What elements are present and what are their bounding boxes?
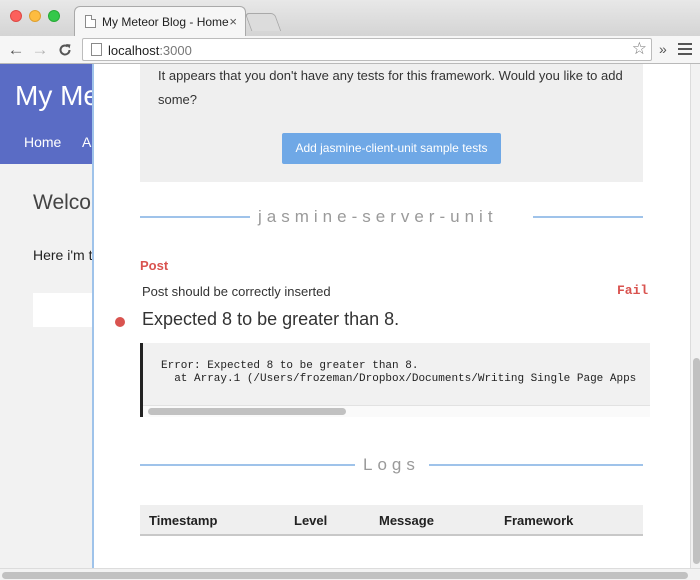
- page-icon: [85, 15, 96, 28]
- divider-line: [429, 464, 643, 466]
- minimize-window-icon[interactable]: [29, 10, 41, 22]
- column-header-timestamp[interactable]: Timestamp: [149, 513, 217, 528]
- logs-section-label: Logs: [363, 455, 420, 474]
- add-sample-tests-button[interactable]: Add jasmine-client-unit sample tests: [282, 133, 501, 164]
- tab-title: My Meteor Blog - Home: [102, 14, 229, 29]
- status-badge: Fail: [617, 283, 649, 298]
- column-header-level[interactable]: Level: [294, 513, 327, 528]
- stack-trace-line: at Array.1 (/Users/frozeman/Dropbox/Docu…: [161, 373, 637, 385]
- logs-section-header: Logs: [140, 455, 643, 475]
- divider-line: [533, 216, 643, 218]
- stack-trace-box[interactable]: Error: Expected 8 to be greater than 8. …: [140, 343, 650, 417]
- scrollbar-thumb[interactable]: [693, 358, 700, 564]
- reload-icon[interactable]: [55, 39, 75, 61]
- stack-horizontal-scrollbar[interactable]: [143, 405, 650, 417]
- velocity-report-panel: It appears that you don't have any tests…: [92, 64, 690, 568]
- blog-title[interactable]: My Me: [15, 80, 99, 112]
- blog-welcome-heading: Welco: [33, 191, 91, 214]
- failure-message: Expected 8 to be greater than 8.: [142, 309, 400, 329]
- column-header-framework[interactable]: Framework: [504, 513, 573, 528]
- scrollbar-thumb[interactable]: [148, 408, 346, 415]
- new-tab-button[interactable]: [244, 13, 282, 31]
- no-tests-notice: It appears that you don't have any tests…: [140, 64, 643, 182]
- column-header-message[interactable]: Message: [379, 513, 434, 528]
- tab-close-icon[interactable]: ×: [229, 14, 237, 29]
- stack-trace-line: Error: Expected 8 to be greater than 8.: [161, 360, 419, 372]
- close-window-icon[interactable]: [10, 10, 22, 22]
- no-tests-text: It appears that you don't have any tests…: [158, 68, 623, 107]
- suite-name: Post: [140, 258, 169, 273]
- extensions-overflow-icon[interactable]: »: [659, 41, 667, 57]
- logs-table-header: Timestamp Level Message Framework: [140, 505, 643, 536]
- test-name: Post should be correctly inserted: [142, 284, 331, 299]
- horizontal-scrollbar[interactable]: [0, 568, 700, 580]
- scrollbar-thumb[interactable]: [2, 572, 688, 579]
- menu-icon[interactable]: [678, 43, 692, 55]
- bookmark-star-icon[interactable]: ☆: [632, 39, 647, 59]
- divider-line: [140, 464, 355, 466]
- url-text[interactable]: localhost:3000: [108, 43, 192, 58]
- browser-tab[interactable]: My Meteor Blog - Home ×: [74, 6, 246, 36]
- address-bar[interactable]: localhost:3000 ☆: [82, 38, 652, 61]
- nav-about-link[interactable]: A: [82, 134, 91, 150]
- blog-intro-text: Here i'm t: [33, 247, 93, 263]
- fail-dot-icon: [115, 317, 125, 327]
- server-unit-section-header: jasmine-server-unit: [140, 207, 643, 227]
- forward-arrow-icon[interactable]: →: [30, 39, 50, 61]
- back-arrow-icon[interactable]: ←: [6, 39, 26, 61]
- vertical-scrollbar[interactable]: [690, 64, 700, 568]
- window-titlebar: My Meteor Blog - Home ×: [0, 0, 700, 36]
- server-unit-section-label: jasmine-server-unit: [258, 207, 498, 226]
- page-icon: [91, 43, 102, 56]
- browser-toolbar: ← → localhost:3000 ☆ »: [0, 36, 700, 64]
- divider-line: [140, 216, 250, 218]
- maximize-window-icon[interactable]: [48, 10, 60, 22]
- nav-home-link[interactable]: Home: [24, 134, 61, 150]
